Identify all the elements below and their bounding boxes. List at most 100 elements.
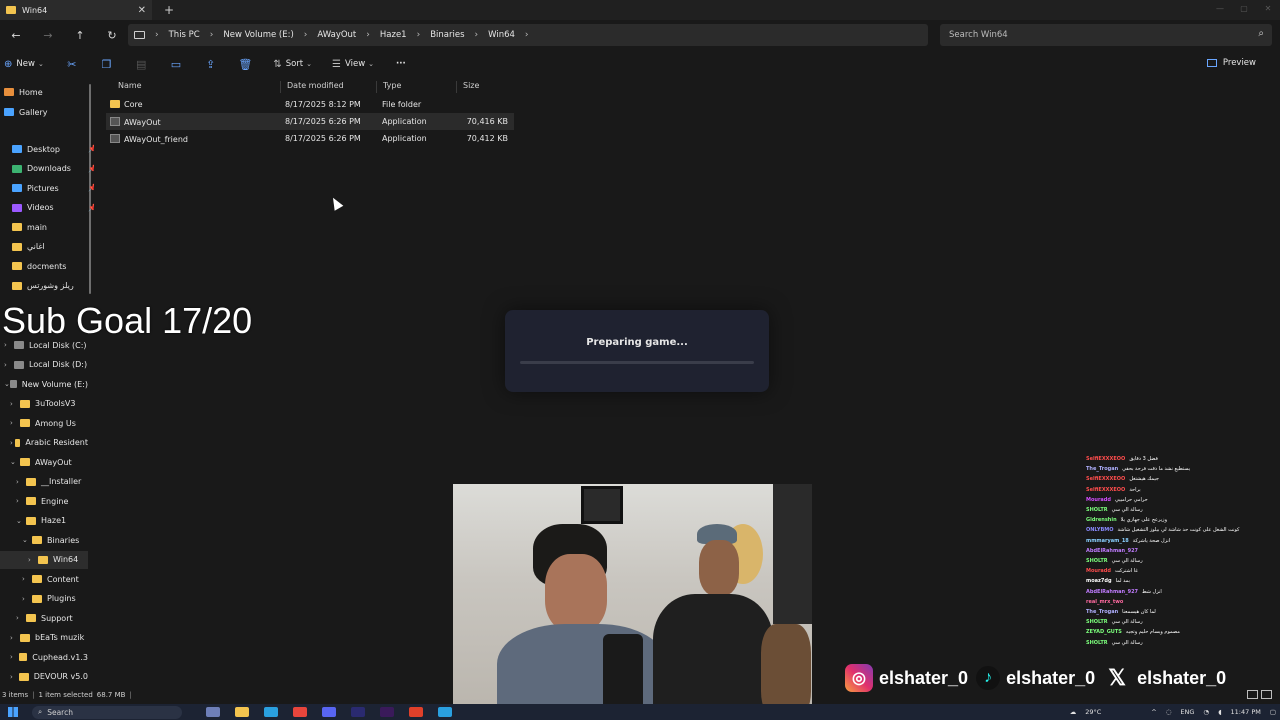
tree-item[interactable]: › __Installer bbox=[0, 473, 88, 491]
chevron-right-icon[interactable]: › bbox=[10, 673, 19, 681]
refresh-icon[interactable]: ↻ bbox=[96, 29, 128, 42]
chevron-down-icon[interactable]: ⌄ bbox=[22, 536, 32, 544]
chevron-down-icon[interactable]: ⌄ bbox=[10, 458, 20, 466]
pin-icon[interactable]: 📌 bbox=[88, 165, 94, 173]
tree-item[interactable]: ⌄ Binaries bbox=[0, 531, 88, 549]
more-options-button[interactable]: ··· bbox=[396, 59, 406, 69]
sidebar-item-pinned[interactable]: docments bbox=[12, 257, 94, 275]
tree-item[interactable]: › Support bbox=[0, 609, 88, 627]
tray-chevron-icon[interactable]: ^ bbox=[1151, 708, 1156, 716]
preview-button[interactable]: Preview bbox=[1206, 58, 1256, 68]
close-window-button[interactable]: ✕ bbox=[1256, 0, 1280, 20]
tree-item[interactable]: › 3uToolsV3 bbox=[0, 395, 88, 413]
start-icon[interactable] bbox=[8, 707, 18, 717]
chevron-right-icon[interactable]: › bbox=[10, 419, 20, 427]
share-icon[interactable]: ⇪ bbox=[195, 58, 227, 71]
chevron-right-icon[interactable]: › bbox=[10, 400, 20, 408]
sidebar-item-pinned[interactable]: Pictures 📌 bbox=[12, 179, 94, 197]
delete-icon[interactable]: 🗑 bbox=[229, 58, 261, 71]
chevron-right-icon[interactable]: › bbox=[16, 497, 26, 505]
language-indicator[interactable]: ENG bbox=[1180, 708, 1194, 716]
tree-item[interactable]: ⌄ AWayOut bbox=[0, 453, 88, 471]
table-row[interactable]: AWayOut_friend 8/17/2025 6:26 PM Applicati… bbox=[106, 130, 514, 147]
sidebar-item-pinned[interactable]: Downloads 📌 bbox=[12, 160, 94, 178]
chevron-right-icon[interactable]: › bbox=[16, 614, 26, 622]
photoshop-icon[interactable] bbox=[351, 707, 365, 717]
chevron-right-icon[interactable]: › bbox=[22, 595, 32, 603]
breadcrumb-win64[interactable]: Win64 bbox=[488, 30, 515, 40]
network-icon[interactable]: ◌ bbox=[1166, 708, 1172, 716]
chevron-down-icon[interactable]: ⌄ bbox=[16, 517, 26, 525]
column-name[interactable]: Name bbox=[112, 81, 142, 93]
new-tab-button[interactable]: + bbox=[164, 3, 174, 17]
clock-time[interactable]: 11:47 PM bbox=[1231, 708, 1261, 716]
sidebar-item-pinned[interactable]: Desktop 📌 bbox=[12, 140, 94, 158]
tree-item[interactable]: ⌄ New Volume (E:) bbox=[0, 375, 88, 393]
tree-item[interactable]: › Engine bbox=[0, 492, 88, 510]
tree-item[interactable]: › Cuphead.v1.3 bbox=[0, 648, 88, 666]
sidebar-item-pinned[interactable]: ريلز وشورتس bbox=[12, 277, 94, 295]
file-explorer-icon[interactable] bbox=[235, 707, 249, 717]
table-row[interactable]: Core 8/17/2025 8:12 PM File folder bbox=[106, 96, 514, 113]
chevron-right-icon[interactable]: › bbox=[10, 634, 20, 642]
telegram-icon[interactable] bbox=[438, 707, 452, 717]
forward-arrow-icon[interactable]: → bbox=[32, 29, 64, 42]
taskbar-search[interactable]: ⌕ Search bbox=[32, 705, 182, 719]
teams-icon[interactable] bbox=[206, 707, 220, 717]
table-row[interactable]: AWayOut 8/17/2025 6:26 PM Application 70,41… bbox=[106, 113, 514, 130]
column-type[interactable]: Type bbox=[376, 81, 401, 93]
chevron-right-icon[interactable]: › bbox=[28, 556, 38, 564]
tree-item[interactable]: › DEVOUR v5.0 bbox=[0, 668, 88, 686]
back-arrow-icon[interactable]: ← bbox=[0, 29, 32, 42]
search-icon[interactable]: ⌕ bbox=[1258, 28, 1264, 39]
new-button[interactable]: ⊕ New ⌄ bbox=[4, 59, 44, 70]
up-arrow-icon[interactable]: ↑ bbox=[64, 29, 96, 42]
tree-item[interactable]: › Plugins bbox=[0, 590, 88, 608]
tree-item[interactable]: › Among Us bbox=[0, 414, 88, 432]
minimize-button[interactable]: — bbox=[1208, 0, 1232, 20]
tree-item[interactable]: ⌄ Haze1 bbox=[0, 512, 88, 530]
tree-item[interactable]: › Arabic Resident bbox=[0, 434, 88, 452]
breadcrumb-new-volume[interactable]: New Volume (E:) bbox=[223, 30, 293, 40]
column-size[interactable]: Size bbox=[456, 81, 479, 93]
tree-item[interactable]: › Local Disk (D:) bbox=[0, 356, 88, 374]
tiles-view-icon[interactable] bbox=[1261, 690, 1272, 699]
sidebar-item-pinned[interactable]: main bbox=[12, 218, 94, 236]
tree-item[interactable]: › Win64 bbox=[0, 550, 88, 569]
volume-icon[interactable]: ◖ bbox=[1218, 708, 1221, 716]
discord-icon[interactable] bbox=[322, 707, 336, 717]
sidebar-item-gallery[interactable]: Gallery bbox=[4, 103, 48, 121]
tree-item[interactable]: › Content bbox=[0, 570, 88, 588]
search-input[interactable]: Search Win64 ⌕ bbox=[940, 24, 1272, 46]
paste-icon[interactable]: ▤ bbox=[125, 58, 157, 71]
sidebar-item-pinned[interactable]: Videos 📌 bbox=[12, 199, 94, 217]
maximize-button[interactable]: ▢ bbox=[1232, 0, 1256, 20]
chevron-right-icon[interactable]: › bbox=[16, 478, 26, 486]
chevron-right-icon[interactable]: › bbox=[10, 653, 19, 661]
breadcrumb[interactable]: › This PC › New Volume (E:) › AWayOut › … bbox=[128, 24, 928, 46]
premiere-icon[interactable] bbox=[380, 707, 394, 717]
copy-icon[interactable]: ❐ bbox=[91, 58, 123, 71]
cut-icon[interactable]: ✂ bbox=[56, 58, 88, 71]
pin-icon[interactable]: 📌 bbox=[88, 145, 94, 153]
tab-win64[interactable]: Win64 ✕ bbox=[0, 0, 152, 20]
breadcrumb-awayout[interactable]: AWayOut bbox=[317, 30, 356, 40]
pin-icon[interactable]: 📌 bbox=[88, 184, 94, 192]
rename-icon[interactable]: ▭ bbox=[160, 58, 192, 71]
chevron-right-icon[interactable]: › bbox=[4, 361, 14, 369]
sort-button[interactable]: ⇅ Sort ⌄ bbox=[273, 59, 312, 70]
breadcrumb-this-pc[interactable]: This PC bbox=[169, 30, 200, 40]
column-date-modified[interactable]: Date modified bbox=[280, 81, 344, 93]
details-view-icon[interactable] bbox=[1247, 690, 1258, 699]
chrome-icon[interactable] bbox=[293, 707, 307, 717]
chevron-right-icon[interactable]: › bbox=[22, 575, 32, 583]
view-button[interactable]: ☰ View ⌄ bbox=[332, 59, 374, 70]
sidebar-item-home[interactable]: Home bbox=[4, 83, 43, 101]
breadcrumb-binaries[interactable]: Binaries bbox=[430, 30, 464, 40]
wifi-icon[interactable]: ◔ bbox=[1203, 708, 1209, 716]
chevron-right-icon[interactable]: › bbox=[4, 341, 14, 349]
tree-item[interactable]: › bEaTs muzik bbox=[0, 629, 88, 647]
tab-close-icon[interactable]: ✕ bbox=[138, 5, 146, 16]
breadcrumb-haze1[interactable]: Haze1 bbox=[380, 30, 407, 40]
sidebar-item-pinned[interactable]: اغاني bbox=[12, 238, 94, 256]
